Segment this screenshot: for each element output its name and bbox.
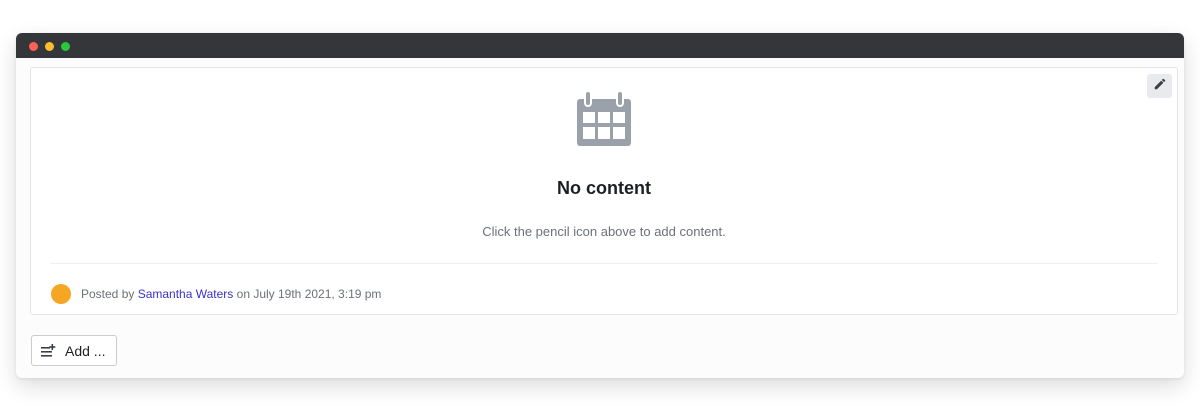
add-button-label: Add ... (65, 342, 106, 359)
maximize-window-button[interactable] (61, 42, 70, 51)
app-window: No content Click the pencil icon above t… (16, 33, 1184, 378)
edit-button[interactable] (1147, 74, 1172, 98)
content-card: No content Click the pencil icon above t… (30, 67, 1178, 315)
avatar[interactable] (51, 284, 71, 304)
post-meta: Posted by Samantha Waters on July 19th 2… (51, 284, 381, 304)
add-button[interactable]: Add ... (31, 335, 117, 366)
minimize-window-button[interactable] (45, 42, 54, 51)
empty-state-description: Click the pencil icon above to add conte… (482, 224, 726, 239)
empty-state-title: No content (557, 178, 651, 198)
add-list-icon (41, 343, 57, 358)
close-window-button[interactable] (29, 42, 38, 51)
author-link[interactable]: Samantha Waters (138, 287, 234, 301)
divider (51, 263, 1157, 264)
posted-by-label: Posted by (81, 287, 138, 301)
pencil-icon (1153, 77, 1167, 96)
window-titlebar (16, 33, 1184, 58)
calendar-icon (575, 90, 633, 154)
post-date: on July 19th 2021, 3:19 pm (233, 287, 382, 301)
